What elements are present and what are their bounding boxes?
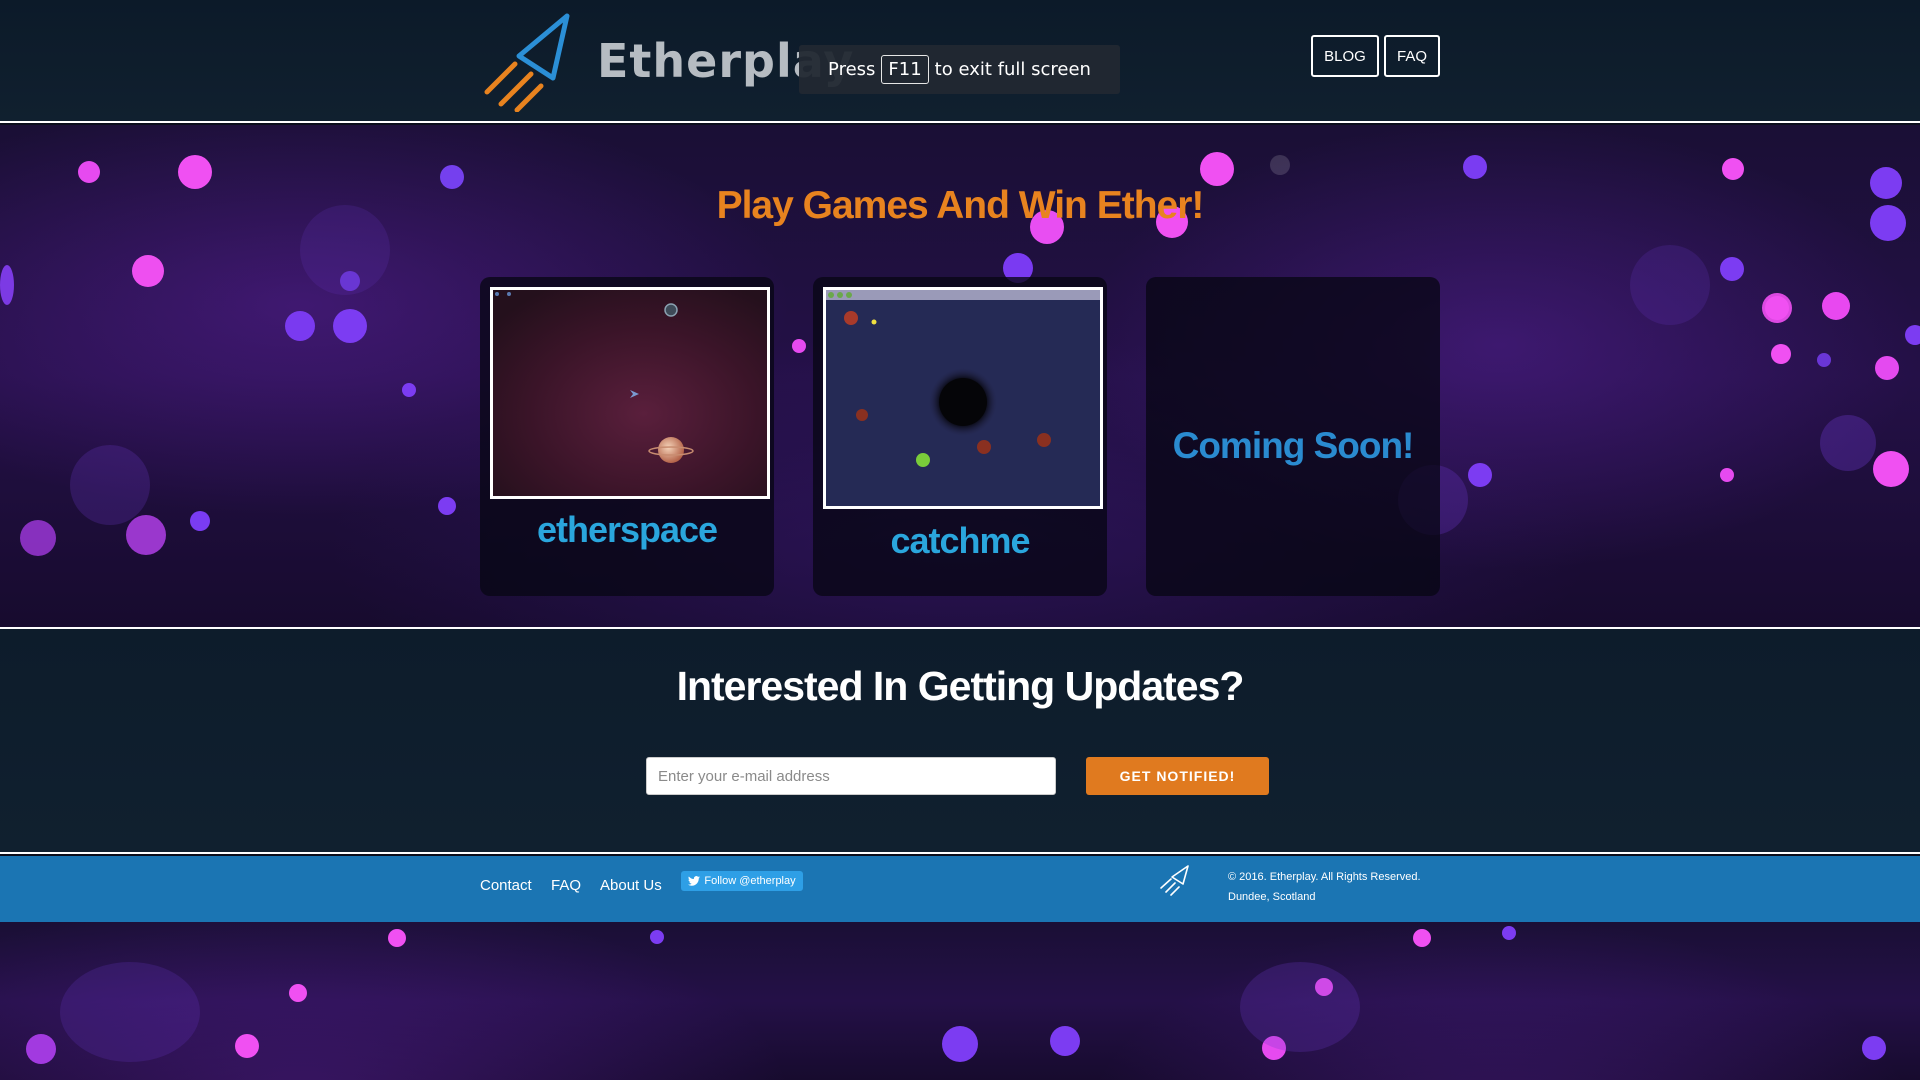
bokeh-dot [126,515,166,555]
game-card-coming-soon: Coming Soon! [1146,277,1440,596]
bokeh-dot [438,497,456,515]
bokeh-dot [70,445,150,525]
fullscreen-rest-text: to exit full screen [934,59,1091,80]
site-header: Etherplay Press F11 to exit full screen … [0,0,1920,123]
bokeh-dot [792,339,806,353]
etherspace-thumbnail[interactable] [490,287,770,499]
bokeh-dot [333,309,367,343]
bokeh-dot [1502,926,1516,940]
game-card-catchme[interactable]: catchme [813,277,1107,596]
fullscreen-notice: Press F11 to exit full screen [799,45,1120,94]
coming-soon-text: Coming Soon! [1172,425,1415,466]
bottom-background [0,922,1920,1080]
bokeh-dot [285,311,315,341]
twitter-follow-label: Follow @etherplay [704,875,796,887]
updates-section: Interested In Getting Updates? GET NOTIF… [0,627,1920,854]
bokeh-dot [402,383,416,397]
blog-button[interactable]: BLOG [1311,35,1379,77]
bokeh-dot [1873,451,1909,487]
updates-title: Interested In Getting Updates? [676,663,1245,709]
bokeh-dot [0,265,14,305]
bokeh-dot [1200,152,1234,186]
bokeh-dot [1240,962,1360,1052]
bokeh-dot [650,930,664,944]
copyright-text: © 2016. Etherplay. All Rights Reserved. [1228,871,1421,883]
footer-rocket-icon [1160,865,1189,896]
twitter-follow-button[interactable]: Follow @etherplay [681,871,803,891]
site-footer: Contact FAQ About Us Follow @etherplay ©… [0,856,1920,922]
game-title-etherspace[interactable]: etherspace [480,509,774,551]
bokeh-dot [1720,468,1734,482]
bokeh-dot [235,1034,259,1058]
bokeh-dot [26,1034,56,1064]
catchme-screenshot [826,290,1100,506]
footer-link-faq[interactable]: FAQ [551,877,581,894]
bokeh-dot [1875,356,1899,380]
game-card-etherspace[interactable]: etherspace [480,277,774,596]
get-notified-button[interactable]: GET NOTIFIED! [1086,757,1269,795]
bokeh-dot [1862,1036,1886,1060]
bokeh-dot [1720,257,1744,281]
bokeh-dot [1270,155,1290,175]
bokeh-dot [190,511,210,531]
bokeh-dot [60,962,200,1062]
fullscreen-key: F11 [881,55,929,84]
bokeh-dot [1463,155,1487,179]
bokeh-dot [20,520,56,556]
footer-link-contact[interactable]: Contact [480,877,532,894]
copyright-block: © 2016. Etherplay. All Rights Reserved. … [1228,867,1421,907]
bokeh-dot [1468,463,1492,487]
etherspace-screenshot [493,290,767,496]
footer-link-about-us[interactable]: About Us [600,877,662,894]
email-field[interactable] [646,757,1056,795]
bokeh-dot [1765,296,1789,320]
bokeh-dot [1817,353,1831,367]
rocket-icon[interactable] [475,12,575,112]
bokeh-dot [78,161,100,183]
bokeh-dot [1630,245,1710,325]
bokeh-dot [1771,344,1791,364]
location-text: Dundee, Scotland [1228,891,1316,903]
bokeh-dot [1413,929,1431,947]
bokeh-dot [1822,292,1850,320]
fullscreen-press-text: Press [828,59,876,80]
bokeh-dot [1820,415,1876,471]
bokeh-dot [388,929,406,947]
bokeh-dot [942,1026,978,1062]
hero-title: Play Games And Win Ether! [716,184,1205,227]
bokeh-dot [1905,325,1920,345]
bokeh-dot [289,984,307,1002]
faq-button[interactable]: FAQ [1384,35,1440,77]
bokeh-dot [1050,1026,1080,1056]
game-title-catchme[interactable]: catchme [813,520,1107,562]
bokeh-dot [1722,158,1744,180]
twitter-bird-icon [688,876,701,886]
catchme-thumbnail[interactable] [823,287,1103,509]
bokeh-dot [132,255,164,287]
